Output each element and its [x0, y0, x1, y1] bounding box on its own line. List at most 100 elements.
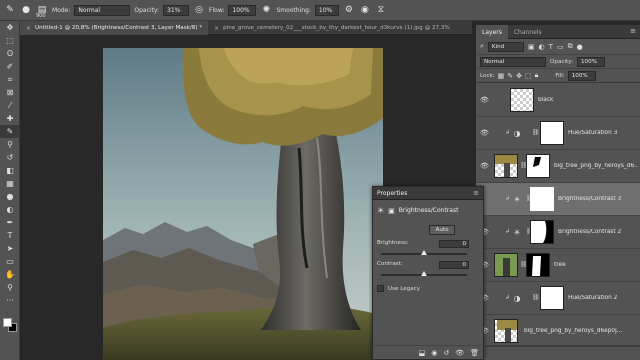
brush-tool-icon[interactable]: ✎ [0, 125, 20, 138]
trash-icon[interactable]: 🗑︎ [470, 349, 479, 357]
lock-pixels-icon[interactable]: ✎ [507, 72, 513, 80]
clip-to-layer-icon[interactable]: ⬓ [419, 349, 426, 357]
zoom-tool-icon[interactable]: ⚲ [0, 281, 20, 294]
gradient-tool-icon[interactable]: ▦ [0, 177, 20, 190]
tab-layers[interactable]: Layers [476, 25, 508, 39]
dodge-tool-icon[interactable]: ◐ [0, 203, 20, 216]
chain-link-icon[interactable]: ⛓ [532, 294, 540, 301]
properties-header[interactable]: Properties ≡ [373, 187, 483, 200]
contrast-field[interactable]: 0 [439, 261, 469, 269]
type-filter-icon[interactable]: T [549, 43, 553, 51]
blend-mode-select[interactable]: Normal [480, 56, 546, 67]
close-icon[interactable]: × [26, 25, 31, 32]
layer-name[interactable]: Brightness/Contrast 3 [558, 196, 638, 202]
airbrush-icon[interactable]: ✺ [260, 4, 272, 16]
healing-brush-tool-icon[interactable]: ✚ [0, 112, 20, 125]
panel-menu-icon[interactable]: ≡ [630, 27, 636, 35]
path-select-tool-icon[interactable]: ➤ [0, 242, 20, 255]
layer-row[interactable]: 👁︎ ↲ ◑ ⛓ Hue/Saturation 2 [476, 282, 640, 315]
brightness-slider[interactable] [381, 250, 467, 255]
crop-tool-icon[interactable]: ⌗ [0, 73, 20, 86]
frame-tool-icon[interactable]: ⊠ [0, 86, 20, 99]
layer-name[interactable]: Brightness/Contrast 2 [558, 229, 638, 235]
lock-transparent-icon[interactable]: ▦ [498, 72, 505, 80]
pen-tool-icon[interactable]: ✒ [0, 216, 20, 229]
move-tool-icon[interactable]: ✥ [0, 21, 20, 34]
lasso-tool-icon[interactable]: ʘ [0, 47, 20, 60]
lock-position-icon[interactable]: ✥ [516, 72, 522, 80]
gear-icon[interactable]: ⚙ [343, 4, 355, 16]
layer-opacity-field[interactable]: 100% [577, 56, 605, 67]
brush-preset-icon[interactable]: ● [20, 4, 32, 16]
contrast-slider[interactable] [381, 271, 467, 276]
layer-name[interactable]: Hue/Saturation 3 [568, 130, 638, 136]
layer-row[interactable]: 👁︎ ↲ ◑ ⛓ Hue/Saturation 3 [476, 117, 640, 150]
clone-stamp-tool-icon[interactable]: ⚲ [0, 138, 20, 151]
flow-field[interactable]: 100% [228, 4, 257, 16]
layer-mask-thumbnail[interactable] [540, 121, 564, 145]
foreground-color-swatch[interactable] [3, 318, 12, 327]
brush-tool-icon[interactable]: ✎ [4, 4, 16, 16]
lock-all-icon[interactable]: 🔒︎ [535, 71, 539, 80]
mode-select[interactable]: Normal [74, 4, 131, 16]
more-tools-icon[interactable]: ··· [0, 294, 20, 307]
filter-kind-select[interactable]: Kind [487, 41, 524, 52]
reset-icon[interactable]: ↺ [443, 349, 449, 357]
opacity-field[interactable]: 31% [163, 4, 190, 16]
view-previous-icon[interactable]: ◉ [431, 349, 437, 357]
tab-untitled-1[interactable]: × Untitled-1 @ 20,8% (Brightness/Contras… [20, 21, 209, 35]
contrast-slider-handle[interactable] [421, 271, 427, 276]
visibility-icon[interactable]: 👁︎ [455, 349, 464, 357]
layer-name[interactable]: black [538, 97, 634, 103]
shape-tool-icon[interactable]: ▭ [0, 255, 20, 268]
layer-row[interactable]: 👁︎ ⛓ tree [476, 249, 640, 282]
eye-icon[interactable]: 👁︎ [480, 162, 489, 170]
pressure-opacity-icon[interactable]: ◎ [193, 4, 205, 16]
tab-pine-grove[interactable]: × pine_grove_cemetery_02___stock_by_thy_… [208, 21, 456, 35]
eraser-tool-icon[interactable]: ◧ [0, 164, 20, 177]
brightness-slider-handle[interactable] [421, 250, 427, 255]
chain-link-icon[interactable]: ⛓ [532, 129, 540, 136]
eye-icon[interactable]: 👁︎ [480, 96, 489, 104]
smart-filter-icon[interactable]: ⧉ [568, 42, 573, 51]
layer-row[interactable]: 👁︎ ↲ ☀ ⛓ Brightness/Contrast 2 [476, 216, 640, 249]
lock-artboard-icon[interactable]: ⬚ [525, 72, 532, 80]
layer-mask-thumbnail[interactable] [530, 220, 554, 244]
layer-row[interactable]: ↲ ☀ ⛓ Brightness/Contrast 3 [476, 183, 640, 216]
pressure-size-icon[interactable]: ◉ [359, 4, 371, 16]
layer-name[interactable]: Hue/Saturation 2 [568, 295, 638, 301]
layer-row[interactable]: 👁︎ ⛓ big_tree_png_by_heroys_d6... [476, 150, 640, 183]
filter-toggle-icon[interactable]: ● [577, 43, 583, 51]
eye-icon[interactable]: 👁︎ [480, 129, 489, 137]
layer-mask-thumbnail[interactable] [540, 286, 564, 310]
layer-mask-thumbnail[interactable] [530, 187, 554, 211]
symmetry-icon[interactable]: ⧖ [375, 4, 387, 16]
hand-tool-icon[interactable]: ✋ [0, 268, 20, 281]
fill-field[interactable]: 100% [567, 70, 596, 81]
layer-mask-thumbnail[interactable] [526, 154, 550, 178]
layer-row[interactable]: 👁︎ black [476, 84, 640, 117]
document-canvas[interactable] [103, 48, 383, 360]
layer-mask-thumbnail[interactable] [526, 253, 550, 277]
layer-name[interactable]: big_tree_png_by_heroys_d6... [554, 163, 638, 169]
pixel-filter-icon[interactable]: ▣ [528, 43, 535, 51]
blur-tool-icon[interactable]: ● [0, 190, 20, 203]
type-tool-icon[interactable]: T [0, 229, 20, 242]
layer-name[interactable]: big_tree_png_by_heroys_d6ep0j... [524, 328, 638, 334]
close-icon[interactable]: × [214, 25, 219, 32]
eyedropper-tool-icon[interactable]: ⁄ [0, 99, 20, 112]
marquee-tool-icon[interactable]: ⬚ [0, 34, 20, 47]
auto-button[interactable]: Auto [429, 225, 455, 235]
use-legacy-checkbox[interactable] [377, 285, 384, 292]
shape-filter-icon[interactable]: ▭ [557, 43, 564, 51]
layer-row[interactable]: 👁︎ big_tree_png_by_heroys_d6ep0j... [476, 315, 640, 346]
panel-menu-icon[interactable]: ≡ [473, 189, 479, 197]
adjustment-filter-icon[interactable]: ◐ [539, 43, 545, 51]
smoothing-field[interactable]: 10% [314, 4, 339, 16]
history-brush-tool-icon[interactable]: ↺ [0, 151, 20, 164]
mask-icon[interactable]: ▣ [388, 207, 395, 215]
quick-select-tool-icon[interactable]: ✐ [0, 60, 20, 73]
layer-name[interactable]: tree [554, 262, 638, 268]
tab-channels[interactable]: Channels [508, 25, 548, 39]
brightness-field[interactable]: 0 [439, 240, 469, 248]
